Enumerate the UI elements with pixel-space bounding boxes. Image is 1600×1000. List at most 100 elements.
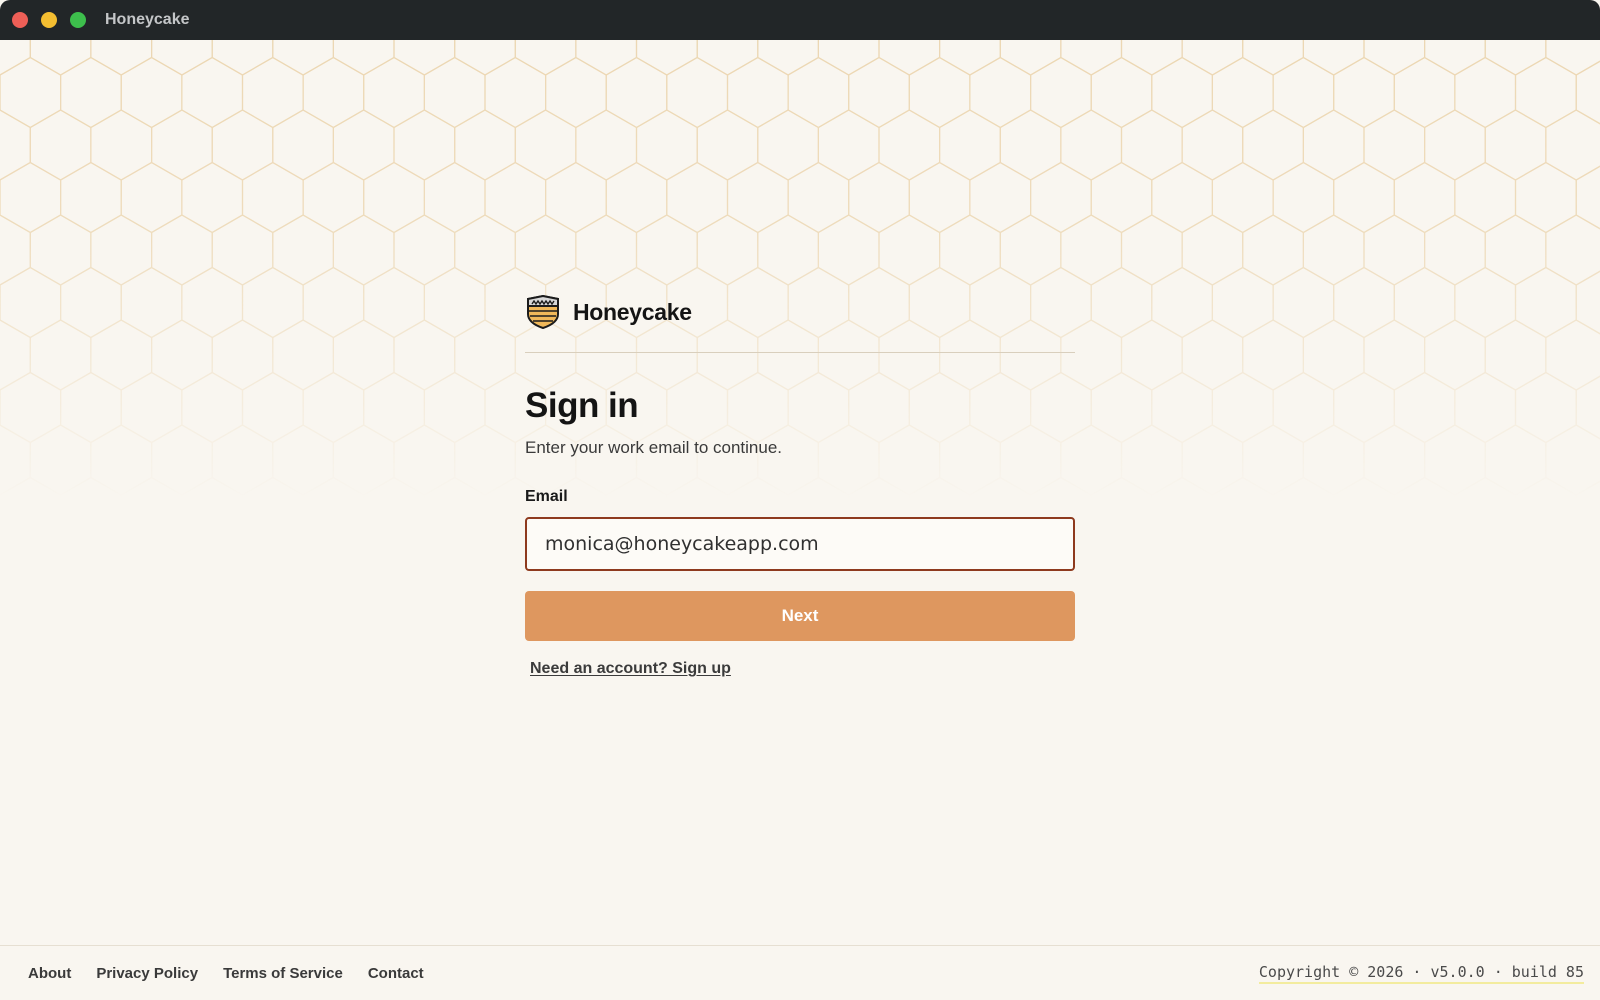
- footer-link-terms-of-service[interactable]: Terms of Service: [223, 965, 343, 982]
- honeycomb-cell: [120, 56, 183, 129]
- honeycomb-cell: [605, 56, 668, 129]
- honeycomb-cell: [241, 476, 304, 500]
- honeycomb-cell: [666, 161, 729, 234]
- honeycomb-cell: [272, 214, 334, 286]
- honeycomb-cell: [1090, 161, 1153, 234]
- footer-link-contact[interactable]: Contact: [368, 965, 424, 982]
- honeycomb-cell: [29, 424, 92, 496]
- honeycomb-cell: [1151, 371, 1214, 444]
- honeycomb-cell: [1514, 161, 1577, 234]
- honeycomb-cell: [514, 40, 577, 76]
- honeycomb-cell: [908, 161, 971, 234]
- honeycomb-cell: [29, 214, 92, 286]
- honeycomb-cell: [1575, 480, 1600, 500]
- honeycomb-cell: [878, 109, 941, 181]
- honeycomb-cell: [120, 476, 183, 500]
- honeycomb-cell: [59, 56, 122, 129]
- honeycomb-cell: [575, 40, 638, 76]
- honeycomb-cell: [999, 214, 1062, 286]
- honeycomb-cell: [1333, 266, 1395, 339]
- honeycomb-cell: [1575, 165, 1600, 230]
- footer-link-about[interactable]: About: [28, 965, 71, 982]
- honeycomb-cell: [1120, 214, 1183, 286]
- honeycomb-cell: [1484, 214, 1547, 286]
- honeycomb-cell: [1090, 56, 1153, 129]
- honeycomb-cell: [1545, 40, 1600, 76]
- honeycomb-cell: [151, 319, 213, 391]
- honeycomb-cell: [29, 40, 92, 76]
- honeycomb-cell: [181, 161, 244, 234]
- honeycomb-cell: [0, 476, 62, 500]
- honeycomb-cell: [59, 266, 122, 339]
- honeycomb-cell: [1302, 319, 1365, 391]
- honeycomb-cell: [1454, 266, 1517, 339]
- honeycomb-cell: [1484, 40, 1547, 76]
- honeycomb-cell: [1423, 109, 1486, 181]
- honeycomb-cell: [484, 56, 547, 129]
- honeycomb-cell: [0, 319, 31, 391]
- honeycomb-cell: [332, 40, 395, 76]
- honeycomb-cell: [211, 319, 274, 391]
- honeycomb-cell: [1242, 424, 1305, 496]
- honeycomb-cell: [151, 214, 213, 286]
- honeycomb-cell: [787, 161, 850, 234]
- close-window-button[interactable]: [12, 12, 28, 28]
- honeycomb-cell: [1333, 56, 1395, 129]
- honeycomb-cell: [999, 40, 1062, 76]
- honeycomb-cell: [1272, 476, 1335, 500]
- minimize-window-button[interactable]: [41, 12, 57, 28]
- maximize-window-button[interactable]: [70, 12, 86, 28]
- honeycomb-cell: [393, 40, 456, 76]
- honeycomb-cell: [1423, 424, 1486, 496]
- honeycomb-cell: [29, 319, 92, 391]
- honeycomb-cell: [635, 40, 698, 76]
- honeycomb-cell: [1575, 270, 1600, 335]
- honeycomb-cell: [181, 476, 244, 500]
- footer-link-privacy-policy[interactable]: Privacy Policy: [96, 965, 198, 982]
- honeycomb-cell: [1393, 476, 1456, 500]
- honeycomb-cell: [241, 371, 304, 444]
- honeycomb-cell: [938, 109, 1001, 181]
- honeycomb-cell: [757, 40, 820, 76]
- page-subtitle: Enter your work email to continue.: [525, 438, 783, 457]
- signup-link[interactable]: Need an account? Sign up: [530, 660, 731, 678]
- honeycomb-cell: [302, 371, 365, 444]
- honeycomb-cell: [454, 109, 516, 181]
- honeycomb-cell: [1120, 424, 1183, 496]
- next-button[interactable]: Next: [525, 591, 1075, 641]
- honeycomb-cell: [1090, 371, 1153, 444]
- honeycomb-cell: [1242, 109, 1305, 181]
- email-field[interactable]: [525, 517, 1075, 571]
- honeycomb-cell: [1272, 371, 1335, 444]
- honeycomb-cell: [878, 40, 941, 76]
- honeycomb-cell: [1242, 40, 1305, 76]
- honeycomb-cell: [1363, 40, 1426, 76]
- honeycomb-cell: [1060, 40, 1123, 76]
- page-title: Sign in: [525, 386, 639, 425]
- honeycomb-cell: [181, 371, 244, 444]
- honeycomb-cell: [757, 214, 820, 286]
- honeycomb-cell: [1060, 214, 1123, 286]
- honeycomb-cell: [302, 161, 365, 234]
- footer: About Privacy Policy Terms of Service Co…: [0, 945, 1600, 1000]
- honeycomb-cell: [817, 214, 880, 286]
- honeycomb-cell: [1545, 319, 1600, 391]
- honeycomb-cell: [1484, 319, 1547, 391]
- honeycomb-cell: [999, 109, 1062, 181]
- honeycomb-cell: [1302, 424, 1365, 496]
- honeycomb-cell: [241, 161, 304, 234]
- honeycomb-cell: [0, 266, 62, 339]
- honeycomb-cell: [454, 40, 516, 76]
- honeycomb-cell: [454, 319, 516, 391]
- honeycomb-cell: [1454, 161, 1517, 234]
- honeycomb-cell: [666, 56, 729, 129]
- honeycomb-cell: [605, 161, 668, 234]
- honeycomb-cell: [787, 56, 850, 129]
- honeycomb-cell: [0, 161, 62, 234]
- honeycomb-cell: [272, 319, 334, 391]
- honeycomb-cell: [90, 319, 153, 391]
- honeycomb-cell: [1514, 371, 1577, 444]
- honeycomb-cell: [363, 56, 425, 129]
- signin-card: Honeycake Sign in Enter your work email …: [525, 292, 1075, 678]
- honeycomb-cell: [211, 109, 274, 181]
